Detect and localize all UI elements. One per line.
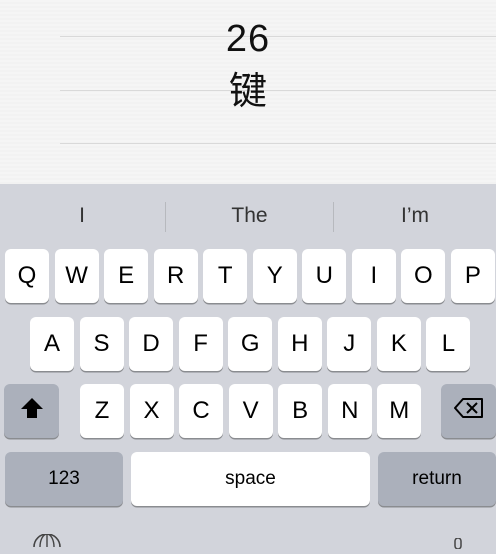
key-i[interactable]: I (351, 249, 396, 303)
numbers-key[interactable]: 123 (5, 452, 123, 506)
key-z[interactable]: Z (80, 384, 124, 438)
key-o[interactable]: O (401, 249, 446, 303)
key-w[interactable]: W (54, 249, 99, 303)
key-s[interactable]: S (79, 317, 124, 371)
key-r[interactable]: R (153, 249, 198, 303)
note-text-line-2: 键 (228, 69, 267, 113)
key-f[interactable]: F (178, 317, 223, 371)
predictive-bar: I The I’m (0, 184, 496, 248)
key-y[interactable]: Y (252, 249, 297, 303)
delete-icon (453, 397, 484, 426)
suggestion-1[interactable]: I (0, 184, 164, 248)
key-v[interactable]: V (228, 384, 273, 438)
key-d[interactable]: D (129, 317, 174, 371)
key-k[interactable]: K (376, 317, 421, 371)
key-m[interactable]: M (377, 384, 422, 438)
suggestion-3[interactable]: I’m (334, 184, 496, 248)
return-key[interactable]: return (378, 452, 496, 506)
key-e[interactable]: E (104, 249, 149, 303)
suggestion-2[interactable]: The (166, 184, 333, 248)
key-x[interactable]: X (129, 384, 174, 438)
key-q[interactable]: Q (5, 249, 49, 303)
key-c[interactable]: C (179, 384, 224, 438)
key-u[interactable]: U (302, 249, 347, 303)
ruled-line (60, 143, 496, 144)
shift-key[interactable] (4, 384, 59, 438)
key-g[interactable]: G (228, 317, 273, 371)
key-a[interactable]: A (30, 317, 74, 371)
key-h[interactable]: H (277, 317, 322, 371)
key-n[interactable]: N (327, 384, 372, 438)
space-key[interactable]: space (131, 452, 370, 506)
bottom-bar (0, 533, 496, 550)
microphone-icon[interactable] (452, 536, 464, 554)
key-p[interactable]: P (450, 249, 495, 303)
key-j[interactable]: J (327, 317, 372, 371)
globe-icon[interactable] (32, 533, 62, 552)
shift-icon (20, 397, 44, 426)
key-b[interactable]: B (278, 384, 323, 438)
delete-key[interactable] (441, 384, 496, 438)
keyboard: I The I’m QWERTYUIOP ASDFGHJKL ZXCVBNM 1… (0, 184, 496, 550)
key-t[interactable]: T (203, 249, 248, 303)
note-area: 26 键 (0, 0, 496, 184)
key-l[interactable]: L (426, 317, 471, 371)
note-text-line-1: 26 (225, 18, 271, 60)
